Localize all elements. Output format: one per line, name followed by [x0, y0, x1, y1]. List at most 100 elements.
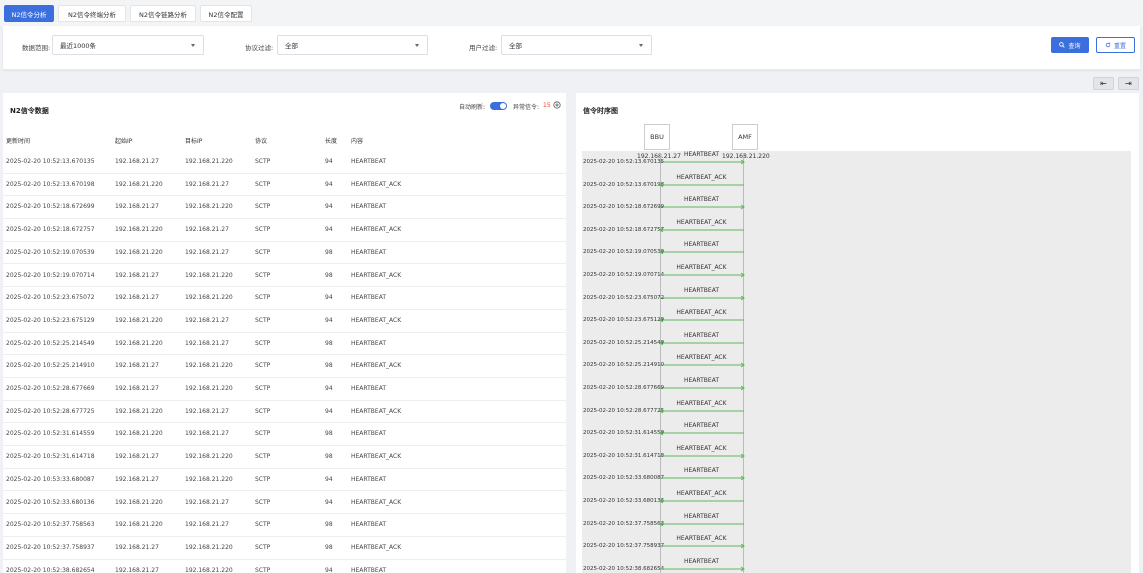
table-cell: HEARTBEAT_ACK [351, 498, 402, 506]
plus-circle-icon[interactable] [553, 101, 561, 111]
table-cell: SCTP [255, 158, 271, 165]
message-arrow [659, 249, 744, 255]
message-label: HEARTBEAT_ACK [676, 264, 727, 271]
table-row[interactable]: 2025-02-20 10:52:25.214910 192.168.21.27 1… [3, 355, 566, 378]
message-label: HEARTBEAT_ACK [676, 173, 727, 181]
message-label: HEARTBEAT [683, 241, 719, 249]
table-cell: HEARTBEAT [351, 339, 387, 347]
tab-n2-terminal-analysis[interactable]: N2信令终端分析 [58, 5, 126, 22]
table-row[interactable]: 2025-02-20 10:52:19.070539 192.168.21.220… [3, 242, 566, 265]
table-cell: 98 [325, 543, 333, 551]
table-cell: SCTP [255, 362, 271, 370]
table-cell: 98 [325, 521, 333, 529]
table-cell: 2025-02-20 10:52:18.672699 [6, 203, 95, 211]
table-row[interactable]: 2025-02-20 10:52:19.070714 192.168.21.27 1… [3, 265, 566, 288]
table-cell: 98 [325, 430, 333, 438]
table-cell: SCTP [255, 453, 271, 461]
table-row[interactable]: 2025-02-20 10:52:18.672699 192.168.21.27 1… [3, 196, 566, 220]
collapse-left-button[interactable]: ⇤ [1093, 77, 1114, 90]
table-row[interactable]: 2025-02-20 10:52:23.675072 192.168.21.27 1… [3, 287, 566, 310]
message-arrow [660, 566, 745, 572]
collapse-right-button[interactable]: ⇥ [1118, 77, 1139, 90]
query-button[interactable]: 查询 [1051, 37, 1089, 53]
table-cell: 2025-02-20 10:52:31.614559 [6, 430, 95, 438]
column-header: 协议 [255, 138, 268, 145]
protocol-filter-value: 全部 [285, 42, 298, 50]
message-label: HEARTBEAT [683, 512, 719, 520]
protocol-filter-select[interactable]: 全部 [277, 35, 428, 55]
message-label: HEARTBEAT_ACK [676, 309, 727, 317]
table-cell: HEARTBEAT_ACK [351, 362, 402, 370]
tab-n2-analysis[interactable]: N2信令分析 [4, 5, 54, 22]
table-cell: 192.168.21.220 [185, 566, 233, 573]
table-cell: 192.168.21.27 [185, 339, 229, 347]
table-row[interactable]: 2025-02-20 10:52:25.214549 192.168.21.220… [3, 333, 566, 356]
table-row[interactable]: 2025-02-20 10:52:18.672757 192.168.21.220… [3, 219, 566, 242]
table-cell: HEARTBEAT [351, 248, 387, 256]
table-cell: 94 [325, 158, 333, 165]
table-cell: 2025-02-20 10:52:37.758937 [6, 543, 95, 551]
message-time: 2025-02-20 10:52:25.214549 [583, 339, 665, 346]
signaling-table-panel: N2信令数据 自动刷新: 异常信令: 15 更新时间 起始IP 目标IP 协议 … [3, 93, 566, 573]
table-cell: 192.168.21.27 [185, 180, 229, 188]
table-row[interactable]: 2025-02-20 10:52:37.758937 192.168.21.27 1… [3, 537, 566, 560]
table-cell: 98 [325, 453, 333, 461]
table-row[interactable]: 2025-02-20 10:52:31.614718 192.168.21.27 1… [3, 446, 566, 469]
tab-n2-link-analysis[interactable]: N2信令链路分析 [130, 5, 196, 22]
table-row[interactable]: 2025-02-20 10:52:31.614559 192.168.21.220… [3, 423, 566, 447]
table-cell: 98 [325, 339, 333, 347]
column-header: 起始IP [115, 138, 133, 145]
table-cell: SCTP [255, 271, 271, 279]
user-filter-select[interactable]: 全部 [501, 35, 652, 55]
message-label: HEARTBEAT [683, 331, 719, 339]
table-cell: HEARTBEAT [351, 385, 387, 392]
reset-button[interactable]: 重置 [1096, 37, 1135, 53]
table-cell: HEARTBEAT [351, 203, 387, 211]
data-range-label: 数据范围: [22, 44, 51, 52]
message-arrow [659, 430, 744, 436]
column-header: 内容 [351, 138, 364, 145]
chevron-down-icon [415, 44, 419, 47]
table-cell: 98 [325, 248, 333, 256]
message-label: HEARTBEAT_ACK [676, 490, 727, 497]
table-cell: 192.168.21.220 [185, 543, 233, 551]
message-arrow [660, 159, 745, 165]
table-cell: 192.168.21.27 [115, 566, 159, 573]
actor-bbu: BBU [644, 124, 670, 150]
table-cell: HEARTBEAT [351, 566, 387, 573]
message-time: 2025-02-20 10:52:28.677725 [583, 407, 665, 414]
table-row[interactable]: 2025-02-20 10:52:33.680136 192.168.21.220… [3, 492, 566, 515]
table-cell: HEARTBEAT_ACK [351, 226, 402, 234]
message-time: 2025-02-20 10:52:19.070714 [583, 272, 665, 278]
auto-refresh-label: 自动刷新: [459, 104, 486, 111]
data-range-select[interactable]: 最近1000条 [52, 35, 204, 55]
table-cell: 2025-02-20 10:52:25.214549 [6, 339, 95, 347]
table-row[interactable]: 2025-02-20 10:52:38.682654 192.168.21.27 1… [3, 560, 566, 573]
table-row[interactable]: 2025-02-20 10:52:13.670198 192.168.21.220… [3, 174, 566, 197]
table-cell: HEARTBEAT [351, 294, 387, 302]
table-cell: 94 [325, 407, 333, 415]
table-row[interactable]: 2025-02-20 10:52:28.677669 192.168.21.27 1… [3, 378, 566, 401]
table-row[interactable]: 2025-02-20 10:52:28.677725 192.168.21.220… [3, 401, 566, 424]
table-row[interactable]: 2025-02-20 10:52:37.758563 192.168.21.220… [3, 514, 566, 537]
table-row[interactable]: 2025-02-20 10:53:33.680087 192.168.21.27 1… [3, 469, 566, 492]
message-arrow [660, 475, 745, 481]
table-cell: 192.168.21.220 [115, 430, 163, 438]
message-time: 2025-02-20 10:52:19.070539 [583, 249, 665, 256]
tab-n2-config[interactable]: N2信令配置 [200, 5, 252, 22]
message-time: 2025-02-20 10:52:18.672757 [583, 226, 665, 233]
table-cell: 94 [325, 316, 333, 324]
message-label: HEARTBEAT [683, 422, 719, 430]
message-time: 2025-02-20 10:52:23.675129 [583, 317, 665, 324]
table-cell: SCTP [255, 203, 271, 211]
table-cell: 192.168.21.27 [115, 475, 159, 483]
table-cell: 192.168.21.220 [115, 248, 163, 256]
table-cell: SCTP [255, 407, 271, 415]
table-cell: 2025-02-20 10:52:25.214910 [6, 362, 95, 370]
user-filter-value: 全部 [509, 42, 522, 50]
auto-refresh-toggle[interactable] [490, 102, 507, 110]
table-cell: 192.168.21.220 [185, 385, 233, 392]
message-label: HEARTBEAT [683, 467, 719, 475]
table-row[interactable]: 2025-02-20 10:52:13.670135 192.168.21.27 1… [3, 151, 566, 174]
table-row[interactable]: 2025-02-20 10:52:23.675129 192.168.21.220… [3, 310, 566, 333]
